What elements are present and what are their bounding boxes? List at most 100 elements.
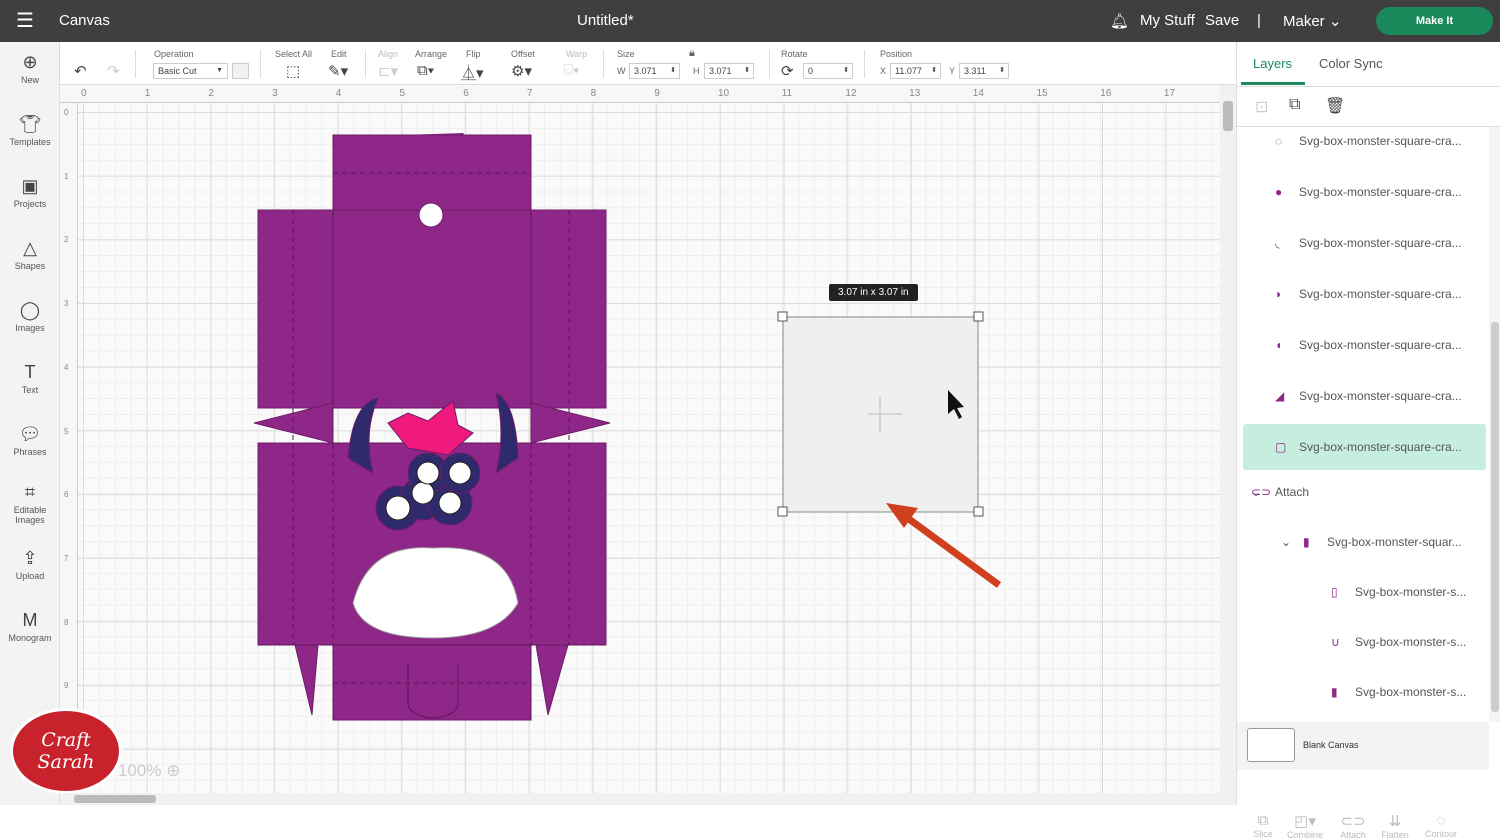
stepper-icon[interactable]: ⬍	[931, 64, 937, 78]
operation-value: Basic Cut	[158, 66, 197, 76]
layer-name: Svg-box-monster-square-cra...	[1299, 185, 1462, 199]
duplicate-icon[interactable]: ⧉	[1289, 96, 1300, 114]
hamburger-icon[interactable]: ☰	[16, 8, 34, 33]
save-button[interactable]: Save	[1205, 12, 1239, 29]
left-sidebar: ⊕ New 👕︎ Templates ▣ Projects △ Shapes ◯ Imag…	[0, 42, 60, 805]
tab-color-sync[interactable]: Color Sync	[1319, 56, 1383, 71]
plus-circle-icon: ⊕	[22, 52, 38, 72]
group-icon[interactable]: ⊡	[1255, 97, 1268, 117]
design-canvas[interactable]: 3.07 in x 3.07 in 100% ⊕	[78, 103, 1220, 793]
layer-item[interactable]: ▮ Svg-box-monster-s...	[1243, 669, 1486, 715]
sidebar-item-shapes[interactable]: △ Shapes	[0, 238, 60, 271]
warp-label: Warp	[566, 49, 588, 59]
layer-name: Svg-box-monster-s...	[1355, 585, 1467, 599]
vertical-scrollbar[interactable]	[1220, 85, 1236, 805]
lock-icon[interactable]: 🔒︎	[689, 47, 695, 60]
app-title: Canvas	[59, 12, 110, 29]
layer-item[interactable]: ∪ Svg-box-monster-s...	[1243, 619, 1486, 665]
x-input[interactable]: 11.077 ⬍	[890, 63, 941, 79]
ruler-tick-label: 5	[64, 426, 69, 436]
tab-layers[interactable]: Layers	[1253, 56, 1292, 71]
layer-item[interactable]: ◖ Svg-box-monster-square-cra...	[1243, 322, 1486, 368]
layer-thumbnail-icon: ◗	[1275, 287, 1283, 301]
height-input[interactable]: 3.071 ⬍	[704, 63, 754, 79]
ruler-tick-label: 0	[81, 88, 87, 99]
select-all-icon[interactable]: ⬚	[286, 62, 300, 80]
width-input[interactable]: 3.071 ⬍	[629, 63, 680, 79]
my-stuff-link[interactable]: My Stuff	[1140, 12, 1195, 29]
machine-label: Maker	[1283, 13, 1325, 30]
attach-button[interactable]: ⊂⊃ Attach	[1331, 812, 1375, 840]
stepper-icon[interactable]: ⬍	[999, 64, 1005, 78]
scroll-thumb[interactable]	[1223, 101, 1233, 131]
sidebar-item-templates[interactable]: 👕︎ Templates	[0, 114, 60, 147]
zoom-level[interactable]: 100% ⊕	[118, 761, 180, 781]
label: Phrases	[13, 447, 47, 457]
warp-icon[interactable]: ⌸▾	[564, 62, 579, 79]
trash-icon[interactable]: 🗑︎	[1325, 96, 1345, 116]
contour-button[interactable]: ◌ Contour	[1419, 812, 1463, 839]
layer-item[interactable]: ◢ Svg-box-monster-square-cra...	[1243, 373, 1486, 419]
rotate-icon[interactable]: ⟳	[781, 62, 794, 80]
select-all-label: Select All	[275, 49, 313, 59]
stepper-icon[interactable]: ⬍	[670, 64, 676, 78]
rotate-input[interactable]: 0 ⬍	[803, 63, 853, 79]
operation-select[interactable]: Basic Cut ▼	[153, 63, 228, 79]
stepper-icon[interactable]: ⬍	[744, 64, 750, 78]
layer-item[interactable]: ● Svg-box-monster-square-cra...	[1243, 169, 1486, 215]
layer-item[interactable]: ◗ Svg-box-monster-square-cra...	[1243, 271, 1486, 317]
monster-box[interactable]	[253, 133, 611, 721]
layer-item[interactable]: ▯ Svg-box-monster-s...	[1243, 569, 1486, 615]
stepper-icon[interactable]: ⬍	[843, 64, 849, 78]
layer-name: Svg-box-monster-s...	[1355, 635, 1467, 649]
sidebar-item-projects[interactable]: ▣ Projects	[0, 176, 60, 209]
pencil-icon[interactable]: ✎▾	[328, 62, 348, 80]
layer-item[interactable]: ◌ Svg-box-monster-square-cra...	[1243, 118, 1486, 164]
canvas-swatch[interactable]	[1247, 728, 1295, 762]
sidebar-item-monogram[interactable]: M Monogram	[0, 610, 60, 643]
sidebar-item-editable-images[interactable]: ⌗ Editable Images	[0, 482, 60, 525]
ruler-tick-label: 16	[1100, 88, 1112, 99]
layers-panel: Layers Color Sync ⊡ ⧉ 🗑︎ ◌ Svg-box-monste…	[1236, 42, 1500, 840]
sidebar-item-text[interactable]: T Text	[0, 362, 60, 395]
lightbulb-icon: ◯	[19, 300, 41, 320]
slice-button[interactable]: ⧉ Slice	[1241, 812, 1285, 839]
machine-select[interactable]: Maker ⌄	[1283, 12, 1341, 30]
label: Flatten	[1381, 830, 1409, 840]
scroll-thumb[interactable]	[1491, 322, 1499, 712]
label: Attach	[1340, 830, 1366, 840]
arrange-icon[interactable]: ⧉▾	[417, 62, 434, 79]
flip-icon[interactable]: ⏅▾	[461, 62, 484, 83]
collapse-chevron-icon[interactable]: ⌄	[1281, 535, 1291, 549]
upload-icon: ⇪	[22, 548, 38, 568]
flatten-button[interactable]: ⇊ Flatten	[1373, 812, 1417, 840]
sidebar-item-new[interactable]: ⊕ New	[0, 52, 60, 85]
scroll-thumb[interactable]	[74, 795, 156, 803]
blank-canvas-row[interactable]: Blank Canvas	[1237, 722, 1489, 770]
height-label: H	[693, 66, 700, 76]
make-it-button[interactable]: Make It	[1376, 7, 1493, 35]
redo-icon[interactable]: ↷	[107, 62, 120, 80]
bell-icon[interactable]: 🔔︎	[1110, 12, 1129, 30]
zoom-in-icon[interactable]: ⊕	[166, 761, 180, 780]
horizontal-scrollbar[interactable]	[60, 793, 1220, 805]
align-icon[interactable]: ⊏▾	[378, 62, 398, 80]
sidebar-item-upload[interactable]: ⇪ Upload	[0, 548, 60, 581]
undo-icon[interactable]: ↶	[74, 62, 87, 80]
color-swatch[interactable]	[232, 63, 249, 79]
combine-button[interactable]: ◰▾ Combine	[1283, 812, 1327, 840]
offset-icon[interactable]: ⚙▾	[511, 62, 532, 80]
layer-thumbnail-icon: ◢	[1275, 389, 1285, 403]
offset-label: Offset	[511, 49, 535, 59]
layer-item[interactable]: ⌄ ▮ Svg-box-monster-squar...	[1243, 519, 1486, 565]
layer-item[interactable]: ▢ Svg-box-monster-square-cra...	[1243, 424, 1486, 470]
layers-scrollbar[interactable]	[1489, 127, 1500, 722]
sidebar-item-images[interactable]: ◯ Images	[0, 300, 60, 333]
y-input[interactable]: 3.311 ⬍	[959, 63, 1009, 79]
ruler-tick-label: 1	[144, 88, 151, 99]
layer-item[interactable]: ⌄ ⊂⊃ Attach	[1243, 469, 1486, 515]
ruler-tick-label: 11	[781, 88, 793, 99]
selected-square[interactable]	[777, 311, 984, 517]
sidebar-item-phrases[interactable]: 💬︎ Phrases	[0, 424, 60, 457]
layer-item[interactable]: ◟ Svg-box-monster-square-cra...	[1243, 220, 1486, 266]
